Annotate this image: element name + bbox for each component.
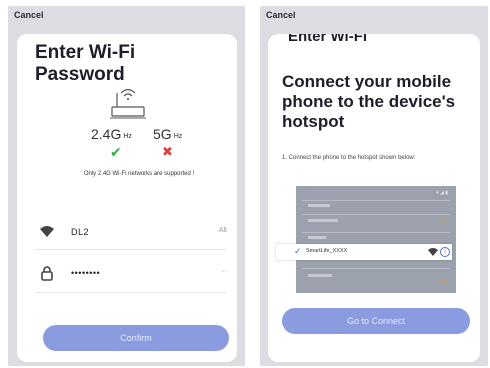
wifi-network-name: DL2 (71, 227, 90, 237)
page-title: Connect your mobile phone to the device'… (282, 72, 456, 131)
list-item (308, 204, 330, 207)
list-item (308, 236, 326, 239)
hotspot-card: Enter Wi-Fi Connect your mobile phone to… (268, 34, 480, 362)
cancel-button[interactable]: Cancel (266, 10, 296, 20)
list-divider (302, 200, 450, 201)
wifi-icon (40, 226, 54, 237)
previous-title-peek: Enter Wi-Fi (288, 34, 368, 45)
change-network-link[interactable]: Alt (219, 227, 227, 234)
go-to-connect-button[interactable]: Go to Connect (282, 308, 470, 334)
cancel-button[interactable]: Cancel (14, 10, 44, 20)
divider (35, 249, 227, 250)
list-divider (302, 232, 450, 233)
hotspot-network-row[interactable]: ✓ SmartLife_XXXX i (276, 244, 452, 260)
lock-icon (41, 266, 53, 281)
hotspot-ssid: SmartLife_XXXX (306, 248, 348, 254)
step-instruction: 1. Connect the phone to the hotspot show… (282, 155, 416, 161)
password-value: •••••••• (71, 268, 101, 278)
list-item (308, 274, 332, 277)
check-icon: ✓ (294, 246, 302, 256)
page-title: Enter Wi-Fi Password (35, 42, 136, 85)
list-divider (302, 268, 450, 269)
check-icon: ✔ (110, 144, 122, 160)
list-item-indicator (442, 280, 446, 284)
wifi-network-field[interactable]: DL2 Alt (37, 221, 227, 245)
cross-icon: ✖ (162, 144, 173, 159)
band-2-4-unit: Hz (123, 133, 132, 140)
show-password-toggle[interactable]: ··· (220, 268, 227, 275)
status-bar-icons: ▾ ◢ ▮ (436, 190, 448, 196)
wifi-icon (428, 248, 438, 256)
list-item-indicator (442, 218, 446, 222)
phone-settings-screenshot: ▾ ◢ ▮ (296, 186, 456, 293)
password-field[interactable]: •••••••• ··· (37, 262, 227, 286)
band-2-4ghz-label: 2.4G Hz (91, 126, 132, 142)
wifi-password-card: Enter Wi-Fi Password 2.4G Hz 5G Hz ✔ ✖ Onl… (17, 34, 237, 362)
band-2-4-value: 2.4G (91, 126, 122, 142)
info-icon[interactable]: i (440, 247, 450, 257)
band-support-note: Only 2.4G Wi-Fi networks are supported ! (83, 171, 195, 177)
divider (35, 292, 227, 293)
band-5ghz-label: 5G Hz (153, 126, 182, 142)
router-icon (110, 88, 146, 119)
wifi-password-screen: Cancel Enter Wi-Fi Password 2.4G Hz 5G Hz … (8, 6, 245, 366)
confirm-button[interactable]: Confirm (43, 325, 229, 351)
list-divider (302, 214, 450, 215)
band-5-value: 5G (153, 126, 172, 142)
list-item (308, 219, 338, 222)
hotspot-connect-screen: Cancel Enter Wi-Fi Connect your mobile p… (260, 6, 488, 366)
band-5-unit: Hz (173, 133, 183, 140)
